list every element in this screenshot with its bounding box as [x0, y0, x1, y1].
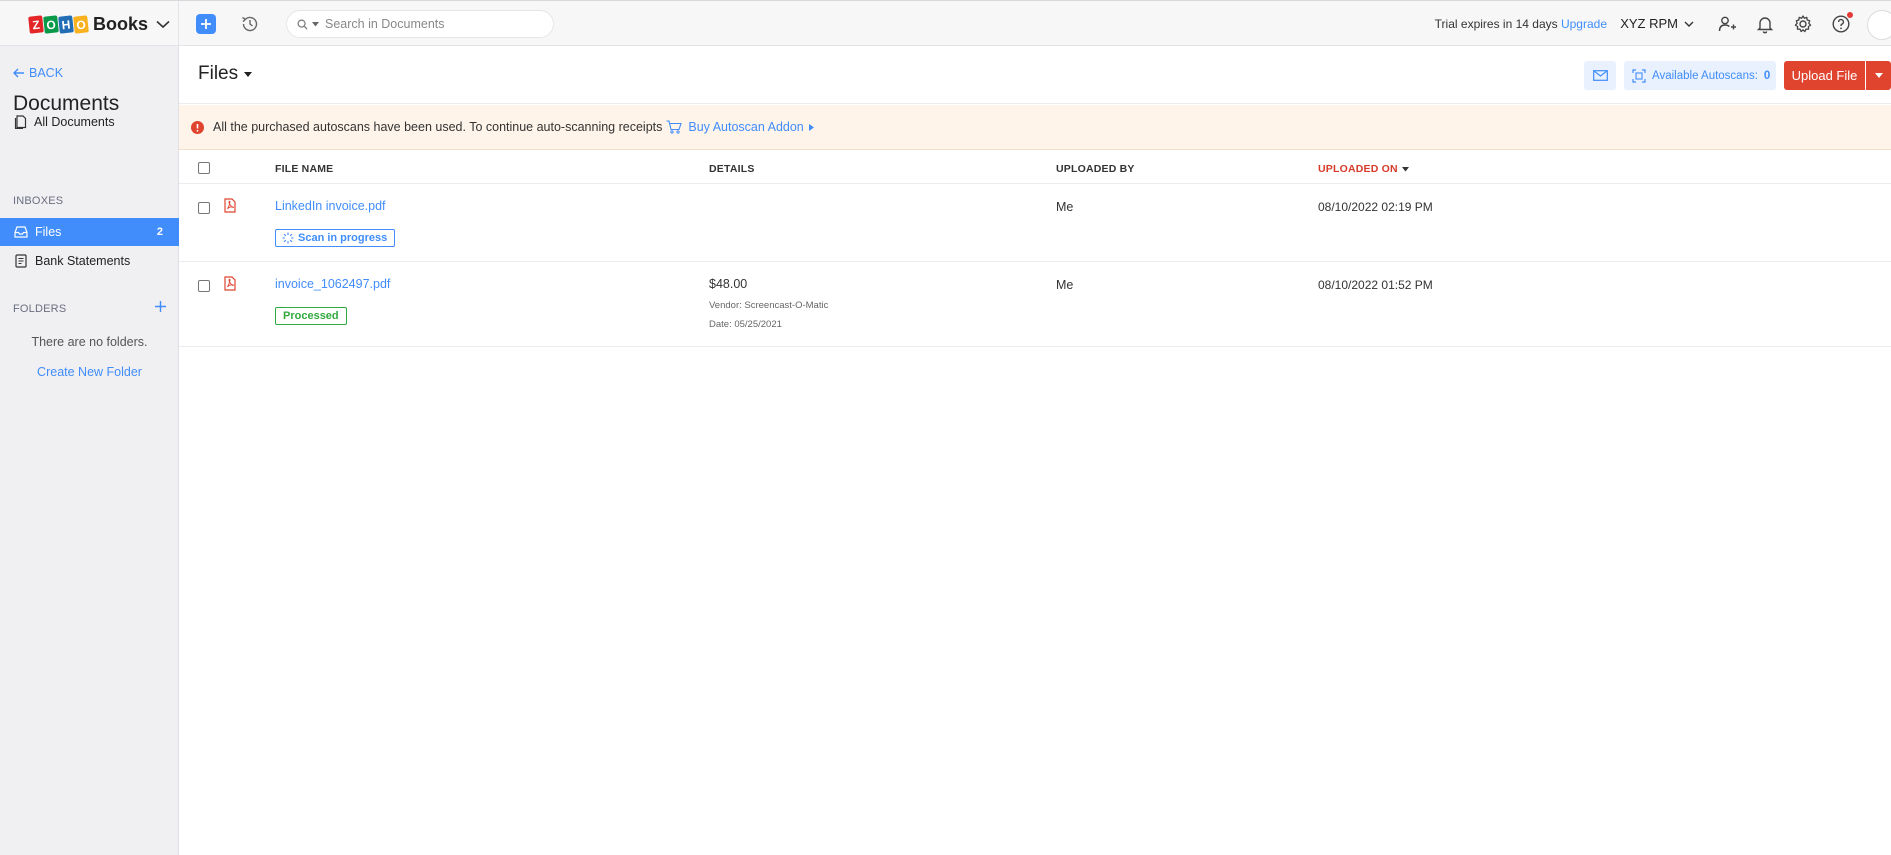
notifications-bell-icon[interactable] [1755, 14, 1775, 34]
chevron-down-icon [1684, 21, 1694, 27]
trial-notice: Trial expires in 14 days Upgrade [1435, 17, 1607, 31]
status-label: Scan in progress [298, 232, 388, 244]
search-icon [297, 19, 308, 30]
status-badge: Processed [275, 307, 347, 325]
search-input[interactable] [325, 17, 525, 31]
buy-autoscan-addon-link[interactable]: Buy Autoscan Addon [688, 120, 814, 134]
sort-descending-icon [1401, 166, 1409, 171]
scan-icon [1632, 68, 1646, 83]
documents-icon [14, 115, 27, 129]
trial-text: Trial expires in 14 days [1434, 17, 1558, 31]
quick-create-button[interactable] [196, 14, 216, 34]
search-box[interactable] [286, 10, 554, 38]
divider [178, 1, 179, 47]
table-row[interactable]: invoice_1062497.pdf Processed $48.00 Ven… [179, 262, 1891, 347]
sidebar-item-label: Files [35, 225, 62, 239]
pdf-file-icon [224, 198, 236, 213]
content-header: Files Available Autoscans: 0 Upload File [179, 46, 1891, 104]
select-all-checkbox[interactable] [198, 162, 210, 174]
referral-users-icon[interactable] [1717, 14, 1737, 34]
column-details: DETAILS [709, 163, 755, 175]
upgrade-link[interactable]: Upgrade [1561, 17, 1607, 31]
available-autoscans-button[interactable]: Available Autoscans: 0 [1624, 61, 1776, 90]
help-icon[interactable] [1831, 12, 1853, 34]
uploaded-on: 08/10/2022 01:52 PM [1318, 278, 1433, 292]
inbox-icon [14, 226, 28, 238]
notification-dot [1847, 12, 1853, 18]
status-badge: Scan in progress [275, 229, 396, 247]
history-icon[interactable] [240, 14, 260, 34]
sidebar-item-bank-statements[interactable]: Bank Statements [0, 247, 179, 275]
detail-date: Date: 05/25/2021 [709, 319, 782, 330]
envelope-icon [1592, 70, 1608, 81]
top-bar: Z O H O Books Trial expires in 14 days U… [0, 0, 1891, 47]
status-label: Processed [283, 310, 339, 322]
plus-icon [201, 19, 211, 29]
email-inbox-button[interactable] [1584, 61, 1616, 90]
zoho-logo: Z O H O [28, 14, 89, 34]
caret-down-icon [1874, 73, 1883, 78]
autoscans-count: 0 [1763, 69, 1771, 82]
detail-vendor: Vendor: Screencast-O-Matic [709, 300, 829, 311]
upload-options-dropdown[interactable] [1866, 61, 1891, 90]
sidebar: BACK Documents All Documents INBOXES Fil… [0, 46, 179, 855]
column-uploaded-by[interactable]: UPLOADED BY [1056, 163, 1135, 175]
organization-name: XYZ RPM [1620, 16, 1678, 31]
organization-switcher[interactable]: XYZ RPM [1620, 16, 1694, 31]
files-view-selector[interactable]: Files [198, 63, 253, 85]
column-uploaded-on-label: UPLOADED ON [1318, 163, 1398, 175]
sidebar-item-all-documents[interactable]: All Documents [0, 108, 179, 136]
pdf-file-icon [224, 276, 236, 291]
logo-tile: Z [28, 14, 44, 34]
buy-autoscan-label: Buy Autoscan Addon [688, 120, 804, 134]
banner-message: All the purchased autoscans have been us… [213, 120, 663, 134]
row-checkbox[interactable] [198, 280, 210, 292]
caret-right-icon [808, 123, 814, 131]
logo-tile: O [43, 14, 59, 34]
sidebar-item-label: Bank Statements [35, 254, 131, 268]
column-file-name[interactable]: FILE NAME [275, 163, 333, 175]
detail-amount: $48.00 [709, 277, 748, 291]
column-uploaded-on[interactable]: UPLOADED ON [1318, 163, 1409, 175]
row-checkbox[interactable] [198, 202, 210, 214]
folders-heading: FOLDERS [13, 303, 67, 315]
chevron-down-icon[interactable] [156, 20, 170, 29]
files-count-badge: 2 [156, 226, 163, 238]
autoscan-warning-banner: All the purchased autoscans have been us… [179, 105, 1891, 150]
sidebar-item-files[interactable]: Files 2 [0, 218, 179, 246]
create-new-folder-link[interactable]: Create New Folder [0, 365, 179, 379]
autoscans-label: Available Autoscans: [1652, 69, 1758, 82]
back-label: BACK [29, 66, 64, 80]
avatar[interactable] [1867, 10, 1891, 40]
brand-name: Books [93, 13, 149, 34]
uploaded-by: Me [1056, 200, 1074, 214]
warning-icon [191, 120, 204, 134]
zoho-books-logo[interactable]: Z O H O Books [28, 13, 170, 35]
cart-icon [666, 120, 683, 134]
empty-folders-message: There are no folders. [31, 335, 148, 349]
caret-down-icon [244, 71, 253, 77]
add-folder-plus-icon[interactable] [154, 300, 167, 313]
sidebar-item-label: All Documents [34, 115, 115, 129]
content-title: Files [198, 63, 239, 84]
spinner-icon [282, 232, 294, 244]
upload-file-button[interactable]: Upload File [1784, 61, 1865, 90]
uploaded-on: 08/10/2022 02:19 PM [1318, 200, 1433, 214]
search-filter-caret-icon[interactable] [312, 21, 319, 27]
logo-tile: H [58, 14, 74, 34]
inboxes-heading: INBOXES [13, 195, 64, 207]
table-row[interactable]: LinkedIn invoice.pdf Scan in progress Me… [179, 184, 1891, 262]
bank-statement-icon [14, 254, 28, 268]
logo-tile: O [73, 14, 89, 34]
table-header: FILE NAME DETAILS UPLOADED BY UPLOADED O… [179, 150, 1891, 184]
arrow-left-icon [13, 68, 24, 78]
file-name-link[interactable]: invoice_1062497.pdf [275, 277, 390, 291]
file-name-link[interactable]: LinkedIn invoice.pdf [275, 199, 386, 213]
settings-gear-icon[interactable] [1793, 14, 1813, 34]
uploaded-by: Me [1056, 278, 1074, 292]
back-button[interactable]: BACK [13, 66, 63, 80]
